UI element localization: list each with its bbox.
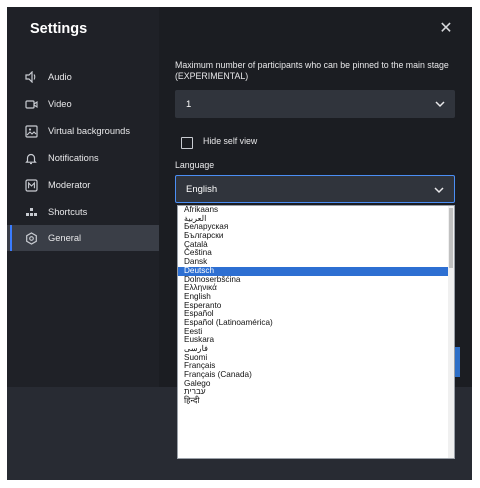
sidebar-item-label: Audio — [48, 72, 72, 82]
camera-icon — [24, 97, 38, 111]
language-option[interactable]: Български — [178, 231, 454, 241]
pinned-participants-select[interactable]: 1 — [175, 90, 455, 118]
app-window: Settings Audio Video Virtual backgrounds — [7, 7, 472, 480]
language-dropdown-list[interactable]: Afrikaans العربية Беларуская Български Catal… — [177, 205, 455, 459]
close-icon[interactable]: ✕ — [438, 21, 454, 37]
hide-self-view-checkbox[interactable] — [181, 137, 193, 149]
language-option[interactable]: Español (Latinoamérica) — [178, 318, 454, 328]
language-option[interactable]: Euskara — [178, 336, 454, 345]
language-option[interactable]: עברית — [178, 388, 454, 397]
chevron-down-icon — [435, 101, 445, 108]
moderator-icon — [24, 178, 38, 192]
dropdown-scrollbar[interactable] — [448, 206, 454, 458]
language-label: Language — [175, 160, 215, 170]
language-option[interactable]: Français (Canada) — [178, 370, 454, 380]
language-option[interactable]: Afrikaans — [178, 206, 454, 215]
shortcuts-icon — [24, 205, 38, 219]
sidebar-item-label: Moderator — [48, 180, 91, 190]
sidebar-item-virtual-backgrounds[interactable]: Virtual backgrounds — [7, 118, 159, 144]
save-button-edge[interactable] — [455, 347, 460, 377]
language-option[interactable]: Ελληνικά — [178, 283, 454, 293]
sidebar-item-label: Video — [48, 99, 72, 109]
language-option[interactable]: Esperanto — [178, 301, 454, 311]
sidebar-item-audio[interactable]: Audio — [7, 64, 159, 90]
language-option[interactable]: हिन्दी — [178, 396, 454, 406]
language-select[interactable]: English — [175, 175, 455, 203]
hide-self-view-label: Hide self view — [203, 136, 258, 146]
sidebar-item-video[interactable]: Video — [7, 91, 159, 117]
language-option[interactable]: فارسی — [178, 344, 454, 354]
gear-icon — [24, 231, 38, 245]
image-icon — [24, 124, 38, 138]
sidebar-item-label: Shortcuts — [48, 207, 88, 217]
bell-icon — [24, 151, 38, 165]
scrollbar-thumb[interactable] — [449, 208, 453, 268]
language-option[interactable]: Eesti — [178, 327, 454, 337]
speaker-icon — [24, 70, 38, 84]
chevron-down-icon — [434, 187, 444, 194]
language-options: Afrikaans العربية Беларуская Български Catal… — [178, 206, 454, 406]
settings-title: Settings — [30, 21, 88, 37]
language-option[interactable]: Català — [178, 240, 454, 250]
sidebar-item-shortcuts[interactable]: Shortcuts — [7, 199, 159, 225]
language-option[interactable]: Galego — [178, 379, 454, 389]
language-option[interactable]: Suomi — [178, 353, 454, 363]
pinned-participants-label: Maximum number of participants who can b… — [175, 60, 449, 81]
sidebar-item-notifications[interactable]: Notifications — [7, 145, 159, 171]
language-option[interactable]: Dolnoserbšćina — [178, 275, 454, 285]
language-option[interactable]: Dansk — [178, 257, 454, 267]
sidebar-item-label: Virtual backgrounds — [48, 126, 131, 136]
language-value: English — [186, 183, 218, 195]
settings-sidebar: Settings Audio Video Virtual backgrounds — [7, 7, 159, 387]
sidebar-item-general[interactable]: General — [7, 225, 159, 251]
sidebar-item-moderator[interactable]: Moderator — [7, 172, 159, 198]
sidebar-item-label: Notifications — [48, 153, 99, 163]
pinned-participants-value: 1 — [186, 98, 192, 110]
language-option[interactable]: Čeština — [178, 249, 454, 258]
sidebar-item-label: General — [48, 233, 82, 243]
